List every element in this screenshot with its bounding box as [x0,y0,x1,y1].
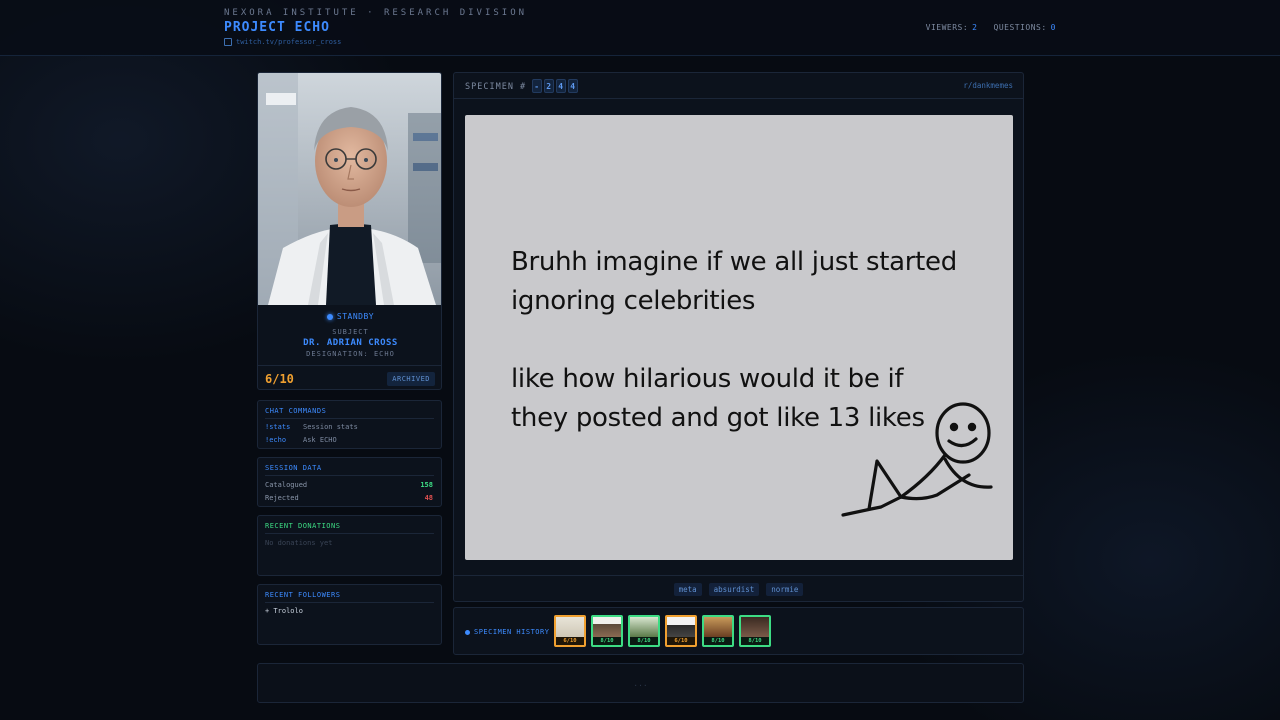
thumbnail-image [630,617,658,637]
stream-stats: VIEWERS: 2 QUESTIONS: 0 [926,23,1056,32]
follower-item: + Trololo [265,607,303,615]
followers-panel: RECENT FOLLOWERS + Trololo [257,584,442,645]
thumbnail-image [667,617,695,637]
donations-empty: No donations yet [265,539,333,547]
tags-row: meta absurdist normie [454,575,1023,602]
specimen-digit: - [532,79,543,93]
status-indicator: STANDBY [258,312,441,321]
thumbnail-score: 8/10 [741,637,769,645]
twitch-link-text[interactable]: twitch.tv/professor_cross [236,38,341,46]
specimen-label: SPECIMEN # [465,82,527,92]
divider [265,475,434,476]
viewers-stat: VIEWERS: 2 [926,23,978,32]
thumbnail-image [556,617,584,637]
history-thumbnail[interactable]: 8/10 [591,615,623,647]
catalogued-count: 158 [420,481,433,489]
specimen-history-panel: SPECIMEN HISTORY 6/10 8/10 8/10 6/10 8/1… [453,607,1024,655]
thumbnail-score: 8/10 [704,637,732,645]
tag[interactable]: absurdist [708,582,760,596]
meme-text-line: Bruhh imagine if we all just started [511,247,957,277]
meme-text-line: ignoring celebrities [511,286,756,316]
subject-label: SUBJECT [332,328,369,336]
questions-label: QUESTIONS: [993,23,1047,32]
catalogued-row: Catalogued 158 [265,481,433,489]
command-name: !echo [265,436,287,444]
history-thumbnail[interactable]: 8/10 [739,615,771,647]
questions-stat: QUESTIONS: 0 [994,23,1057,32]
rejected-label: Rejected [265,494,299,502]
specimen-history-label: SPECIMEN HISTORY [465,628,549,636]
command-row: !echo Ask ECHO [265,436,433,444]
meme-image: Bruhh imagine if we all just started ign… [465,115,1013,560]
status-text: STANDBY [336,312,375,321]
meme-text-line: like how hilarious would it be if [511,364,904,394]
response-bar: ... [257,663,1024,703]
history-thumbnail[interactable]: 8/10 [628,615,660,647]
thumbnail-score: 8/10 [593,637,621,645]
thumbnail-score: 6/10 [667,637,695,645]
session-data-title: SESSION DATA [265,464,322,472]
command-desc: Session stats [303,423,358,431]
response-placeholder: ... [633,679,648,688]
current-score: 6/10 [265,372,294,386]
donations-title: RECENT DONATIONS [265,522,341,530]
subject-designation: DESIGNATION: ECHO [306,350,395,358]
subreddit-link[interactable]: r/dankmemes [963,81,1013,90]
specimen-header: SPECIMEN # - 2 4 4 r/dankmemes [454,73,1023,99]
chat-commands-panel: CHAT COMMANDS !stats Session stats !echo… [257,400,442,449]
thumbnail-score: 6/10 [556,637,584,645]
twitch-icon [224,38,232,46]
thumbnail-image [741,617,769,637]
subject-card: STANDBY SUBJECT DR. ADRIAN CROSS DESIGNA… [257,72,442,390]
score-row: 6/10 ARCHIVED [258,365,441,389]
status-dot-icon [326,313,333,320]
stick-figure-drawing [841,402,993,517]
followers-title: RECENT FOLLOWERS [265,591,341,599]
session-data-panel: SESSION DATA Catalogued 158 Rejected 48 [257,457,442,507]
divider [265,602,434,603]
command-desc: Ask ECHO [303,436,337,444]
subject-photo [258,73,441,305]
specimen-history-title: SPECIMEN HISTORY [474,628,550,636]
history-thumbnail[interactable]: 6/10 [554,615,586,647]
specimen-digit: 2 [544,79,555,93]
institute-label: NEXORA INSTITUTE · RESEARCH DIVISION [224,8,528,18]
specimen-panel: SPECIMEN # - 2 4 4 r/dankmemes Bruhh ima… [453,72,1024,602]
thumbnail-image [704,617,732,637]
top-header: NEXORA INSTITUTE · RESEARCH DIVISION PRO… [0,0,1280,56]
thumbnail-image [593,617,621,637]
history-thumbnails: 6/10 8/10 8/10 6/10 8/10 8/10 [554,615,771,647]
chat-commands-title: CHAT COMMANDS [265,407,327,415]
catalogued-label: Catalogued [265,481,308,489]
subject-name: DR. ADRIAN CROSS [303,338,398,348]
viewers-count: 2 [972,23,978,32]
project-title: PROJECT ECHO [224,20,330,35]
history-thumbnail[interactable]: 6/10 [665,615,697,647]
command-name: !stats [265,423,291,431]
specimen-digits: - 2 4 4 [530,79,579,93]
specimen-digit: 4 [556,79,567,93]
specimen-digit: 4 [568,79,579,93]
viewers-label: VIEWERS: [925,23,969,32]
divider [265,533,434,534]
thumbnail-score: 8/10 [630,637,658,645]
tag[interactable]: meta [673,582,702,596]
tag[interactable]: normie [766,582,804,596]
rejected-count: 48 [424,494,433,502]
twitch-link[interactable]: twitch.tv/professor_cross [224,38,341,46]
rejected-row: Rejected 48 [265,494,433,502]
command-row: !stats Session stats [265,423,433,431]
divider [265,418,434,419]
history-thumbnail[interactable]: 8/10 [702,615,734,647]
archived-badge: ARCHIVED [387,372,435,386]
donations-panel: RECENT DONATIONS No donations yet [257,515,442,576]
specimen-id: SPECIMEN # - 2 4 4 [465,79,579,93]
history-dot-icon [465,629,470,635]
questions-count: 0 [1050,23,1056,32]
